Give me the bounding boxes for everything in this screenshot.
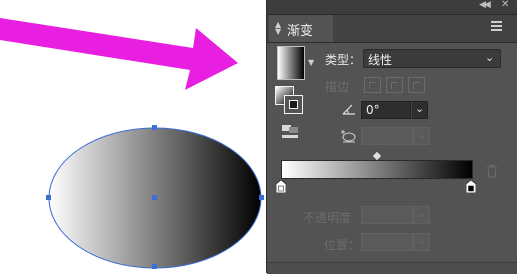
chevron-down-icon: ⌄ [417, 234, 427, 247]
aspect-ratio-icon [341, 130, 356, 143]
angle-value: 0° [366, 103, 380, 117]
aspect-ratio-input[interactable] [361, 127, 413, 145]
angle-icon [342, 104, 355, 115]
opacity-input[interactable] [361, 206, 413, 224]
chevron-down-icon: ⌄ [415, 102, 425, 115]
stroke-label: 描边 [325, 80, 350, 94]
type-value: 线性 [368, 53, 393, 67]
magenta-arrow [0, 18, 238, 90]
reverse-gradient-icon[interactable] [281, 124, 299, 140]
aspect-ratio-dropdown[interactable]: ⌄ [413, 127, 430, 145]
gradient-slider[interactable] [281, 160, 473, 179]
chevron-down-icon: ⌄ [485, 51, 495, 64]
position-label: 位置： [324, 238, 361, 252]
stroke-across-button[interactable] [408, 77, 425, 93]
gradient-swatch[interactable] [277, 46, 305, 80]
stroke-along-button[interactable] [386, 77, 403, 93]
panel-title: 渐变 [287, 24, 314, 39]
panel-topbar: ◀◀ ✕ [267, 0, 517, 15]
panel-menu-icon[interactable] [491, 21, 502, 31]
tab-expand-icon[interactable]: ▲ ▼ [275, 21, 281, 36]
chevron-down-icon: ⌄ [417, 128, 427, 141]
position-input[interactable] [361, 233, 413, 251]
tab-gradient[interactable]: ▲ ▼ 渐变 [269, 15, 333, 42]
type-label: 类型： [325, 53, 362, 67]
angle-dropdown[interactable]: ⌄ [411, 101, 428, 119]
angle-input[interactable]: 0° [361, 101, 411, 119]
opacity-dropdown[interactable]: ⌄ [413, 206, 430, 224]
chevron-down-icon: ⌄ [417, 207, 427, 220]
fill-stroke-icon[interactable] [275, 86, 307, 114]
chevron-down-icon[interactable]: ▼ [308, 58, 314, 67]
gradient-panel: ◀◀ ✕ ▲ ▼ 渐变 ▼ 类型： 线性 ⌄ 描边 0° ⌄ ⌄ 不透明度 ⌄ … [266, 0, 517, 274]
stroke-swatch[interactable] [284, 95, 303, 114]
collapse-icon[interactable]: ◀◀ [479, 0, 491, 10]
opacity-label: 不透明度 [303, 211, 352, 225]
trash-icon[interactable] [486, 165, 498, 178]
stroke-within-button[interactable] [364, 77, 381, 93]
gradient-stop-end[interactable] [466, 180, 476, 193]
panel-resize-handle[interactable] [267, 262, 517, 274]
position-dropdown[interactable]: ⌄ [413, 233, 430, 251]
close-icon[interactable]: ✕ [501, 0, 509, 10]
type-select[interactable]: 线性 ⌄ [363, 49, 501, 68]
panel-tab-row: ▲ ▼ 渐变 [267, 15, 517, 43]
gradient-stop-start[interactable] [276, 180, 286, 193]
